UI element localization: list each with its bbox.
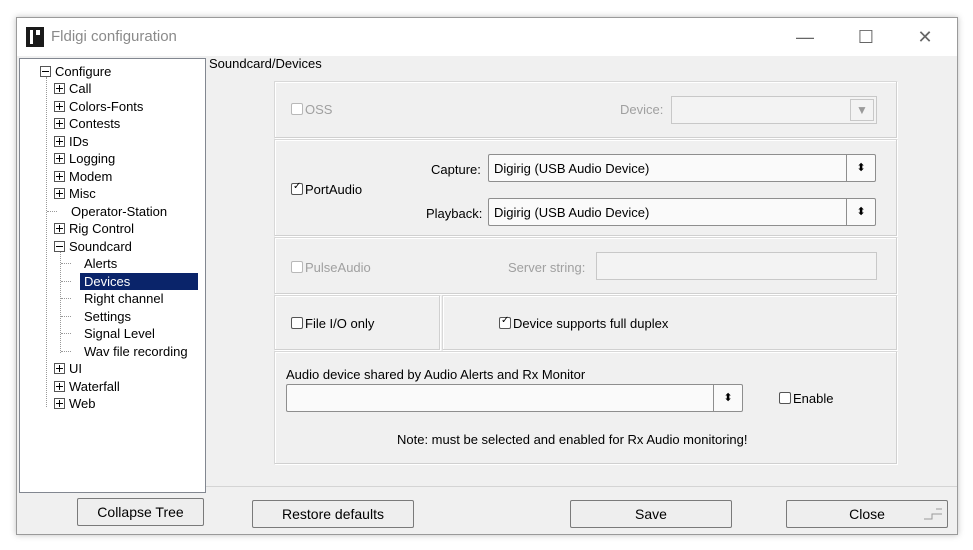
checkbox-icon[interactable] [291,261,303,273]
tree-item-colors-fonts[interactable]: Colors-Fonts [54,98,143,115]
title-bar: Fldigi configuration — ☐ ✕ [17,18,957,56]
spinner-arrows-icon[interactable]: ⬍ [846,155,875,181]
expand-icon[interactable] [54,171,65,182]
tree-item-ids[interactable]: IDs [54,133,89,150]
tree-item-settings[interactable]: Settings [84,308,131,325]
save-button[interactable]: Save [570,500,732,528]
config-window: Fldigi configuration — ☐ ✕ Configure Cal… [16,17,958,535]
duplex-group: Device supports full duplex [442,295,898,351]
tree-item-contests[interactable]: Contests [54,115,120,132]
bottom-separator [206,486,957,487]
panel-heading: Soundcard/Devices [209,56,322,71]
capture-label: Capture: [431,162,481,177]
capture-select[interactable]: Digirig (USB Audio Device) ⬍ [488,154,876,182]
restore-defaults-button[interactable]: Restore defaults [252,500,414,528]
dropdown-arrow-icon[interactable]: ▼ [850,99,874,121]
tree-item-alerts[interactable]: Alerts [84,255,117,272]
enable-checkbox[interactable]: Enable [779,391,833,406]
spinner-arrows-icon[interactable]: ⬍ [846,199,875,225]
playback-select[interactable]: Digirig (USB Audio Device) ⬍ [488,198,876,226]
tree-item-web[interactable]: Web [54,395,96,412]
tree-item-call[interactable]: Call [54,80,91,97]
pulseaudio-checkbox[interactable]: PulseAudio [291,260,371,275]
expand-icon[interactable] [54,398,65,409]
checkbox-icon[interactable] [291,181,303,195]
server-string-field[interactable] [596,252,877,280]
playback-value: Digirig (USB Audio Device) [494,205,650,220]
tree-item-configure[interactable]: Configure [40,63,111,80]
playback-label: Playback: [426,206,483,221]
shared-audio-note: Note: must be selected and enabled for R… [397,432,748,447]
tree-item-soundcard[interactable]: Soundcard [54,238,132,255]
checkbox-icon[interactable] [291,317,303,329]
expand-icon[interactable] [54,363,65,374]
file-io-checkbox[interactable]: File I/O only [291,316,374,331]
oss-device-combo[interactable]: ▼ [671,96,877,124]
shared-audio-group: Audio device shared by Audio Alerts and … [274,351,898,465]
portaudio-group: PortAudio Capture: Digirig (USB Audio De… [274,139,898,237]
expand-icon[interactable] [54,101,65,112]
tree-item-waterfall[interactable]: Waterfall [54,378,120,395]
tree-item-operator-station[interactable]: Operator-Station [71,203,167,220]
expand-icon[interactable] [54,153,65,164]
config-tree: Configure Call Colors-Fonts Contests IDs… [19,58,206,493]
spinner-arrows-icon[interactable]: ⬍ [713,385,742,411]
oss-checkbox[interactable]: OSS [291,102,332,117]
expand-icon[interactable] [54,136,65,147]
expand-icon[interactable] [54,118,65,129]
minimize-button[interactable]: — [782,18,828,56]
expand-icon[interactable] [54,381,65,392]
tree-item-right-channel[interactable]: Right channel [84,290,164,307]
expand-icon[interactable] [54,223,65,234]
checkbox-icon[interactable] [779,392,791,404]
tree-item-ui[interactable]: UI [54,360,82,377]
close-window-button[interactable]: ✕ [902,18,948,56]
checkbox-icon[interactable] [499,315,511,329]
collapse-tree-button[interactable]: Collapse Tree [77,498,204,526]
portaudio-checkbox[interactable]: PortAudio [291,181,362,197]
expand-icon[interactable] [54,188,65,199]
capture-value: Digirig (USB Audio Device) [494,161,650,176]
tree-item-signal-level[interactable]: Signal Level [84,325,155,342]
shared-audio-label: Audio device shared by Audio Alerts and … [286,367,586,382]
resize-grip-icon[interactable] [922,507,944,521]
oss-group: OSS Device: ▼ [274,81,898,139]
collapse-icon[interactable] [54,241,65,252]
fileio-group: File I/O only [274,295,441,351]
tree-item-misc[interactable]: Misc [54,185,96,202]
maximize-button[interactable]: ☐ [843,18,889,56]
oss-device-label: Device: [620,102,664,117]
tree-item-wav-file-recording[interactable]: Wav file recording [84,343,188,360]
checkbox-icon[interactable] [291,103,303,115]
shared-audio-select[interactable]: ⬍ [286,384,743,412]
expand-icon[interactable] [54,83,65,94]
pulseaudio-group: PulseAudio Server string: [274,237,898,295]
collapse-icon[interactable] [40,66,51,77]
window-title: Fldigi configuration [51,28,177,45]
full-duplex-checkbox[interactable]: Device supports full duplex [499,315,668,331]
fldigi-app-icon [26,27,44,47]
tree-item-devices[interactable]: Devices [80,273,198,290]
tree-item-rig-control[interactable]: Rig Control [54,220,134,237]
tree-item-modem[interactable]: Modem [54,168,112,185]
tree-item-logging[interactable]: Logging [54,150,115,167]
server-string-label: Server string: [508,260,586,275]
